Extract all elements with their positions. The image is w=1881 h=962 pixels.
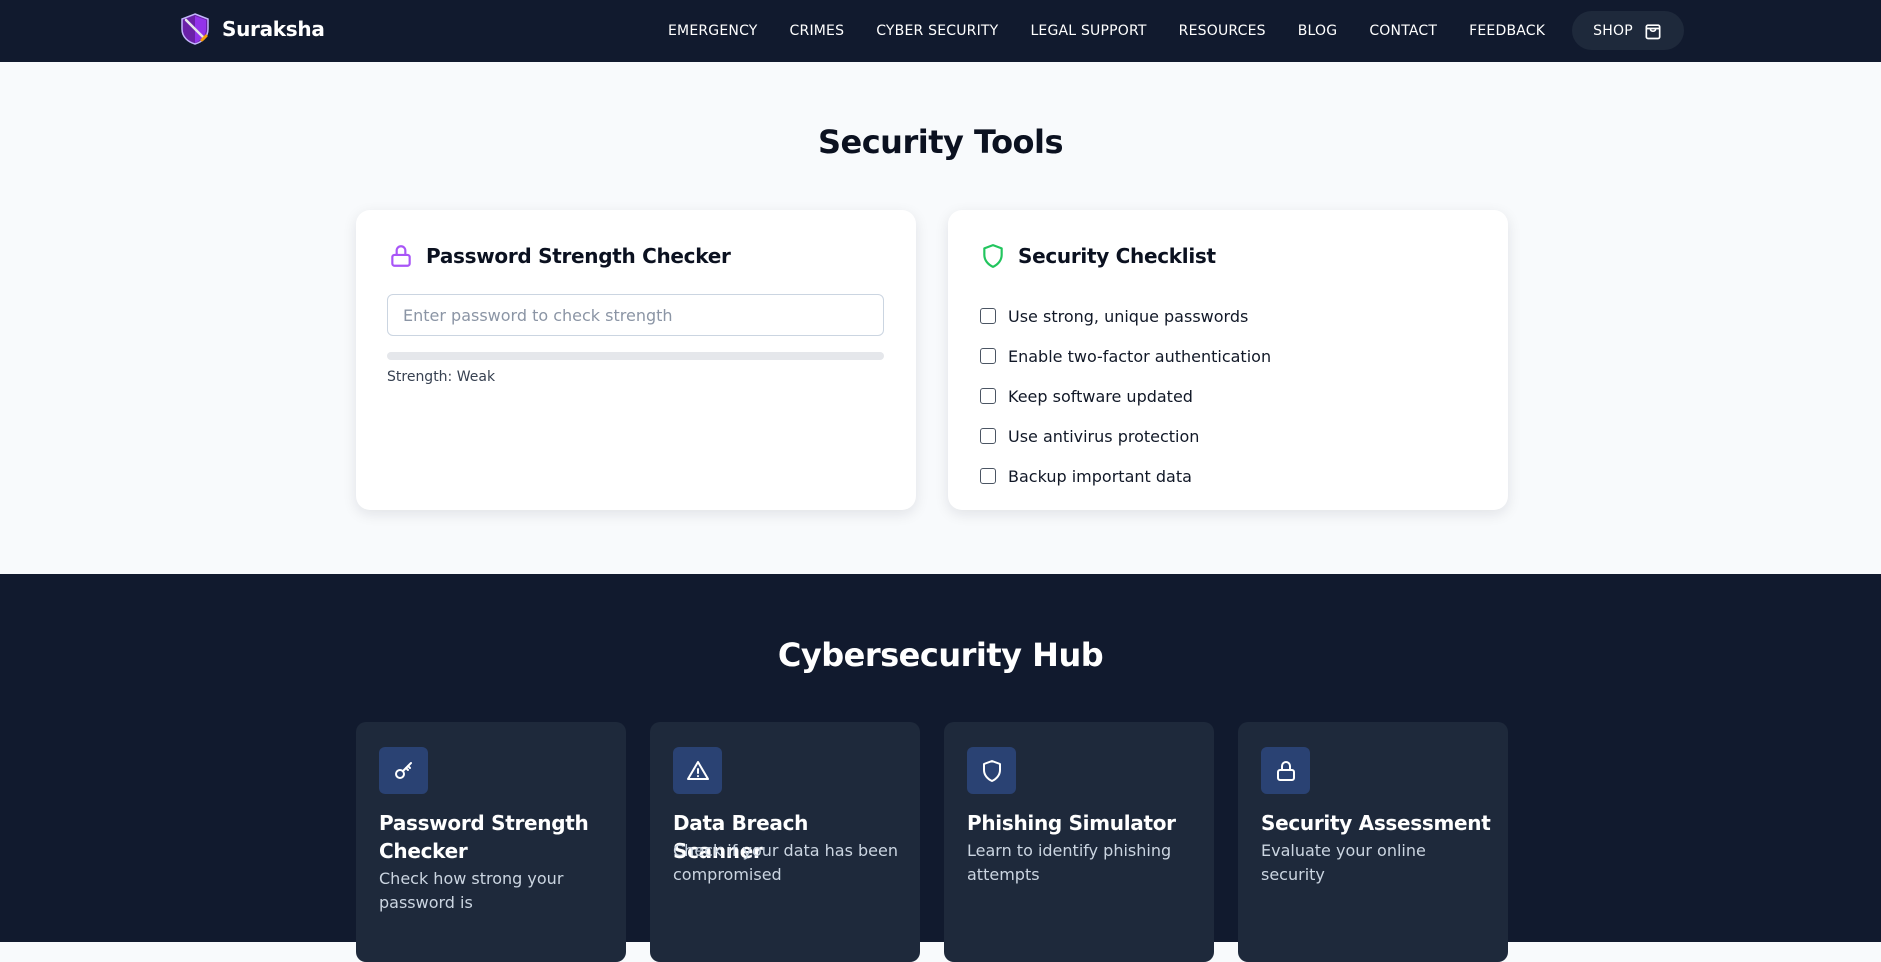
nav-link-emergency[interactable]: EMERGENCY (668, 23, 758, 39)
checklist-item[interactable]: Backup important data (980, 456, 1271, 496)
checklist-item-label: Use strong, unique passwords (1008, 306, 1249, 326)
hub-icon-tile (967, 747, 1016, 794)
hub-card-desc: Check how strong your password is (379, 869, 564, 912)
hub-icon-tile (379, 747, 428, 794)
shop-label: SHOP (1593, 22, 1633, 39)
brand-name: Suraksha (222, 17, 325, 41)
security-checklist-header: Security Checklist (980, 243, 1216, 269)
checklist-item[interactable]: Use strong, unique passwords (980, 296, 1271, 336)
checklist-item-label: Backup important data (1008, 466, 1192, 486)
checklist: Use strong, unique passwords Enable two-… (980, 296, 1271, 496)
hub-card-title: Password Strength Checker (379, 811, 589, 863)
strength-text: Strength: Weak (387, 369, 496, 385)
checklist-item-label: Enable two-factor authentication (1008, 346, 1272, 366)
strength-bar (387, 352, 884, 360)
hub-card-desc: Check if your data has been compromised (673, 841, 899, 884)
shield-sword-icon (181, 13, 209, 45)
security-checklist-card: Security Checklist Use strong, unique pa… (948, 210, 1508, 510)
hub-card-desc: Learn to identify phishing attempts (967, 841, 1172, 884)
hub-card-title: Security Assessment (1261, 811, 1491, 835)
nav-link-legal-support[interactable]: LEGAL SUPPORT (1030, 23, 1146, 39)
brand[interactable]: Suraksha (178, 12, 325, 46)
nav-link-resources[interactable]: RESOURCES (1179, 23, 1266, 39)
hub-card-title: Phishing Simulator (967, 811, 1176, 835)
password-checker-title: Password Strength Checker (426, 244, 731, 268)
shield-icon (982, 759, 1001, 782)
checkbox[interactable] (980, 348, 996, 364)
top-navbar: Suraksha EMERGENCY CRIMES CYBER SECURITY… (0, 0, 1881, 62)
hub-card-phishing-simulator[interactable]: Phishing Simulator Learn to identify phi… (944, 722, 1214, 962)
nav-links: EMERGENCY CRIMES CYBER SECURITY LEGAL SU… (668, 0, 1577, 62)
checkbox[interactable] (980, 388, 996, 404)
checklist-item[interactable]: Use antivirus protection (980, 416, 1271, 456)
nav-link-blog[interactable]: BLOG (1298, 23, 1338, 39)
lock-icon (391, 245, 411, 267)
nav-link-cyber-security[interactable]: CYBER SECURITY (876, 23, 998, 39)
nav-link-feedback[interactable]: FEEDBACK (1469, 23, 1545, 39)
hub-card-desc: Evaluate your online security (1261, 841, 1426, 884)
password-input[interactable] (387, 294, 884, 336)
security-checklist-title: Security Checklist (1018, 244, 1216, 268)
nav-link-contact[interactable]: CONTACT (1369, 23, 1437, 39)
nav-link-crimes[interactable]: CRIMES (790, 23, 845, 39)
shop-button[interactable]: SHOP (1572, 11, 1684, 50)
checkbox[interactable] (980, 468, 996, 484)
password-checker-card: Password Strength Checker Strength: Weak (356, 210, 916, 510)
checklist-item-label: Keep software updated (1008, 386, 1193, 406)
key-icon (394, 761, 412, 779)
cybersecurity-hub-section: Cybersecurity Hub Password Strength Chec… (0, 574, 1881, 962)
shopping-bag-icon (1645, 23, 1661, 39)
checklist-item-label: Use antivirus protection (1008, 426, 1200, 446)
lock-icon (1276, 760, 1295, 781)
section-title-security-tools: Security Tools (817, 123, 1064, 161)
section-title-cybersecurity-hub: Cybersecurity Hub (777, 636, 1104, 674)
hub-icon-tile (673, 747, 722, 794)
password-checker-header: Password Strength Checker (388, 243, 731, 269)
checklist-item[interactable]: Keep software updated (980, 376, 1271, 416)
hub-card-data-breach-scanner[interactable]: Data Breach Scanner Check if your data h… (650, 722, 920, 962)
checkbox[interactable] (980, 308, 996, 324)
hub-icon-tile (1261, 747, 1310, 794)
checklist-item[interactable]: Enable two-factor authentication (980, 336, 1271, 376)
hub-card-security-assessment[interactable]: Security Assessment Evaluate your online… (1238, 722, 1508, 962)
checkbox[interactable] (980, 428, 996, 444)
warning-triangle-icon (686, 760, 709, 780)
shield-icon (983, 244, 1003, 268)
hub-card-password-checker[interactable]: Password Strength Checker Check how stro… (356, 722, 626, 962)
